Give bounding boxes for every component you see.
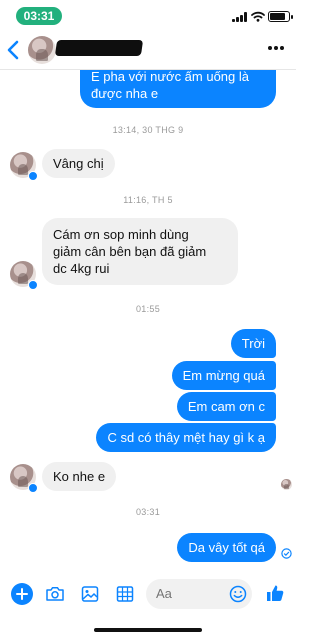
message-line: dc 4kg rui	[53, 261, 110, 276]
message-line: C sd có thây mệt hay gì k ạ	[107, 430, 265, 445]
add-icon[interactable]	[11, 583, 33, 605]
message-line: Em mừng quá	[182, 368, 265, 383]
sent-check-icon	[281, 548, 292, 559]
signal-icon	[232, 12, 248, 22]
message-bubble-outgoing[interactable]: Trời	[230, 329, 276, 358]
message-list[interactable]: E pha với nước ấm uống là được nha e 13:…	[0, 70, 296, 570]
messenger-badge-icon	[28, 483, 38, 493]
sticker-icon[interactable]	[115, 584, 135, 604]
message-line: Trời	[241, 336, 265, 351]
timestamp: 11:16, TH 5	[123, 195, 173, 205]
redacted-contact-status	[60, 50, 100, 56]
read-receipt-avatar	[281, 479, 292, 490]
contact-avatar[interactable]	[28, 36, 56, 64]
messenger-badge-icon	[28, 280, 38, 290]
message-line: Vâng chị	[53, 156, 104, 171]
timestamp: 01:55	[135, 304, 161, 314]
battery-icon	[268, 11, 293, 22]
message-line: giảm cân bên bạn đã giảm	[53, 244, 207, 259]
message-line: Da vây tốt qá	[188, 540, 265, 555]
back-chevron-icon[interactable]	[6, 39, 20, 61]
camera-icon[interactable]	[45, 584, 65, 604]
timestamp: 03:31	[135, 507, 161, 517]
messenger-badge-icon	[28, 171, 38, 181]
message-bubble-outgoing[interactable]: Da vây tốt qá	[177, 533, 276, 562]
message-bubble-incoming[interactable]: Cám ơn sop minh dùng giảm cân bên bạn đã…	[42, 218, 238, 285]
message-line: Ko nhe e	[53, 469, 106, 484]
timestamp: 13:14, 30 THG 9	[112, 125, 184, 135]
wifi-icon	[251, 11, 265, 22]
status-bar: 03:31	[0, 0, 296, 30]
more-dots-icon[interactable]	[268, 46, 288, 52]
message-line: Cám ơn sop minh dùng	[53, 227, 189, 242]
home-indicator	[94, 628, 202, 632]
message-bubble-outgoing[interactable]: E pha với nước ấm uống là được nha e	[80, 70, 276, 108]
message-bubble-incoming[interactable]: Vâng chị	[42, 149, 115, 178]
message-line: Em cam ơn c	[187, 399, 265, 414]
message-bubble-incoming[interactable]: Ko nhe e	[42, 462, 117, 491]
like-icon[interactable]	[264, 582, 286, 604]
message-bubble-outgoing[interactable]: Em cam ơn c	[176, 392, 276, 421]
message-line: E pha với nước ấm uống là	[91, 70, 249, 84]
emoji-icon[interactable]	[229, 585, 247, 603]
composer-bar	[0, 570, 296, 620]
message-line: được nha e	[91, 86, 159, 101]
gallery-icon[interactable]	[80, 584, 100, 604]
status-time: 03:31	[16, 7, 62, 25]
message-bubble-outgoing[interactable]: C sd có thây mệt hay gì k ạ	[96, 423, 276, 452]
message-bubble-outgoing[interactable]: Em mừng quá	[171, 361, 276, 390]
chat-header	[0, 30, 296, 70]
